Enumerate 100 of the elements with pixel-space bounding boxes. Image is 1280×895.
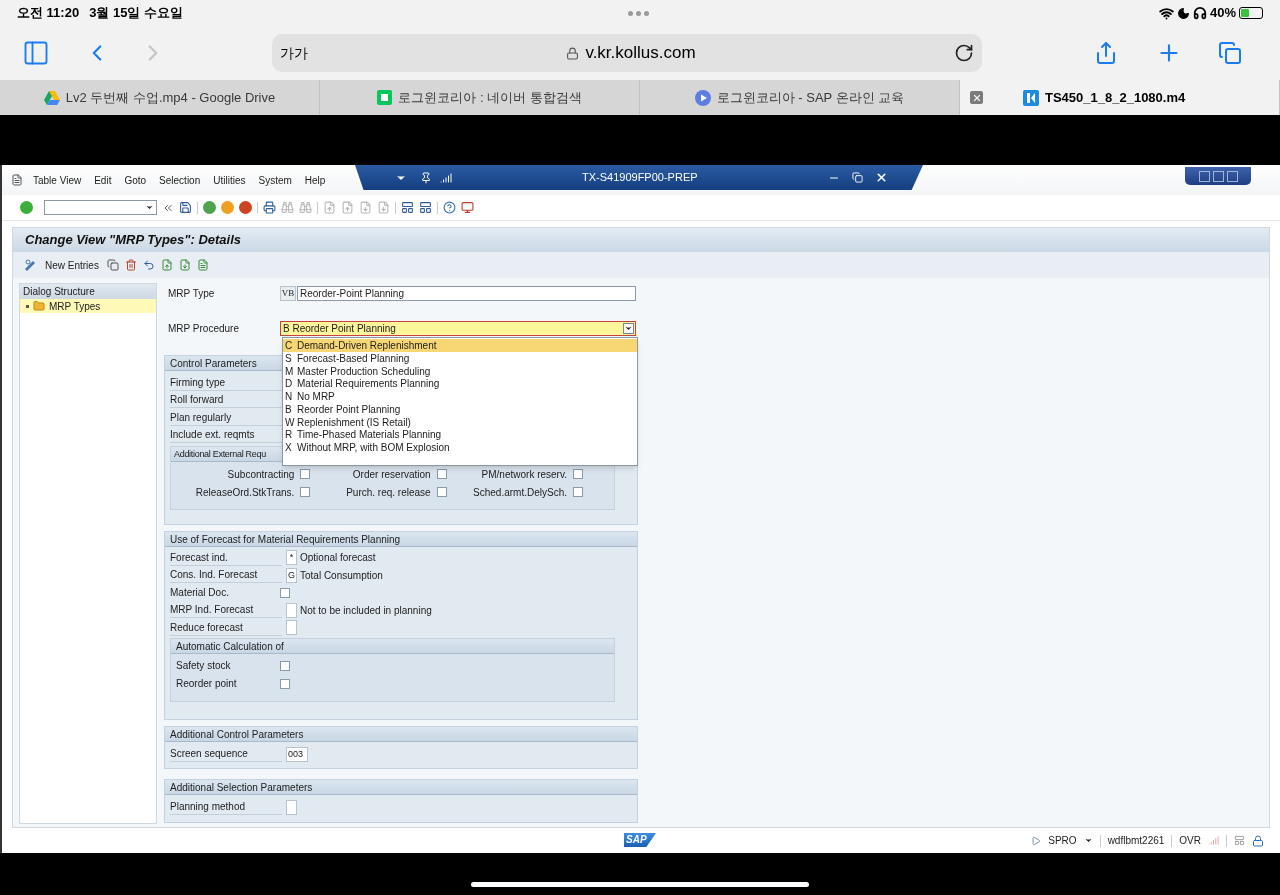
insert-mode[interactable]: OVR <box>1179 833 1201 848</box>
checkbox[interactable] <box>573 469 583 479</box>
tabs-overview-icon[interactable] <box>1218 41 1242 65</box>
checkbox-label: ReleaseOrd.StkTrans. <box>195 485 295 500</box>
menu-item[interactable]: Help <box>304 172 326 188</box>
checkbox-label: Order reservation <box>352 467 431 482</box>
server-name: wdflbmt2261 <box>1107 834 1165 848</box>
restore-icon[interactable] <box>851 172 863 183</box>
description-field[interactable]: Reorder-Point Planning <box>297 286 636 301</box>
drive-icon <box>43 90 60 105</box>
browser-tab[interactable]: TS450_1_8_2_1080.m4 <box>960 80 1280 115</box>
dropdown-option[interactable]: B Reorder Point Planning <box>283 403 637 416</box>
first-page-icon[interactable] <box>323 201 336 214</box>
moon-icon <box>1176 6 1190 20</box>
checkbox[interactable] <box>436 487 447 497</box>
menu-item[interactable]: Selection <box>159 172 201 188</box>
menu-item[interactable]: Utilities <box>213 172 246 188</box>
group-header: Additional Selection Parameters <box>165 780 637 795</box>
copy-icon[interactable] <box>106 259 119 271</box>
share-icon[interactable] <box>1094 41 1118 65</box>
caret-icon[interactable] <box>1083 836 1093 845</box>
close-icon[interactable] <box>874 171 888 184</box>
field-label: Safety stock <box>176 659 232 673</box>
field-label: Planning method <box>170 799 282 815</box>
code-field[interactable]: G <box>286 567 297 583</box>
lock-icon[interactable] <box>1252 834 1264 847</box>
code-field[interactable] <box>286 620 297 636</box>
menu-item[interactable]: Goto <box>124 172 147 188</box>
checkbox[interactable] <box>300 469 311 479</box>
dropdown-option[interactable]: C Demand-Driven Replenishment <box>283 339 637 352</box>
pin-icon[interactable] <box>420 171 432 184</box>
group-header: Use of Forecast for Material Requirements Planning <box>165 532 637 547</box>
panel-header: Dialog Structure <box>20 284 156 299</box>
field-description: Total Consumption <box>300 568 383 583</box>
find-next-icon[interactable] <box>299 201 312 214</box>
sap-logo: SAP <box>624 833 656 847</box>
checkbox[interactable] <box>300 487 311 497</box>
other-entry-icon[interactable] <box>196 259 209 271</box>
next-entry-icon[interactable] <box>178 259 191 271</box>
command-field[interactable] <box>44 200 157 215</box>
battery-percent: 40% <box>1209 4 1236 23</box>
menu-item[interactable]: Table View <box>33 172 82 188</box>
previous-entry-icon[interactable] <box>160 259 173 271</box>
field-label: Material Doc. <box>170 586 230 601</box>
multitask-dots-icon[interactable] <box>628 10 650 16</box>
field-label: MRP Type <box>168 287 216 301</box>
video-app-icon <box>1023 89 1039 106</box>
naver-icon <box>377 90 393 105</box>
checkbox[interactable] <box>436 469 447 479</box>
checkbox[interactable] <box>280 587 290 598</box>
dropdown-option[interactable]: R Time-Phased Materials Planning <box>283 428 637 442</box>
system-menu-icon[interactable] <box>11 174 23 186</box>
input-field[interactable]: 003 <box>286 746 308 762</box>
code-field[interactable]: VB <box>280 286 296 301</box>
close-tab-icon[interactable] <box>970 91 983 104</box>
group-header: Additional Control Parameters <box>165 727 637 742</box>
checkbox-label: Subcontracting <box>227 467 295 482</box>
undo-icon[interactable] <box>142 259 155 271</box>
dropdown-option[interactable]: D Material Requirements Planning <box>283 377 637 391</box>
dropdown-arrow-icon[interactable] <box>145 203 154 212</box>
field-label: Reduce forecast <box>170 619 282 636</box>
previous-page-icon[interactable] <box>341 201 354 214</box>
checkbox[interactable] <box>573 487 583 497</box>
wifi-icon <box>1158 5 1174 21</box>
play-icon <box>694 89 711 106</box>
dropdown-option[interactable]: W Replenishment (IS Retail) <box>283 415 637 429</box>
reload-icon[interactable] <box>954 43 974 63</box>
tree-item[interactable]: MRP Types <box>20 299 156 313</box>
new-entries-button[interactable]: New Entries <box>43 257 101 273</box>
menu-item[interactable]: System <box>258 172 292 188</box>
save-icon[interactable] <box>179 201 192 214</box>
tree-node-icon[interactable] <box>26 304 29 308</box>
address-bar[interactable]: 가가 v.kr.kollus.com <box>272 34 982 72</box>
signal-icon[interactable] <box>440 171 452 184</box>
input-field[interactable] <box>286 799 297 815</box>
sidebar-icon[interactable] <box>22 39 50 67</box>
checkbox[interactable] <box>280 660 290 671</box>
text-size-button[interactable]: 가가 <box>280 42 308 64</box>
field-label: MRP Ind. Forecast <box>170 602 282 619</box>
find-icon[interactable] <box>281 201 294 214</box>
print-icon[interactable] <box>263 201 276 214</box>
checkbox[interactable] <box>280 678 290 689</box>
procedure-dropdown[interactable]: B Reorder Point Planning <box>280 320 636 336</box>
status-time: 오전 11:20 <box>17 4 80 23</box>
window-controls[interactable] <box>1185 167 1251 185</box>
delete-icon[interactable] <box>124 259 137 271</box>
field-label: MRP Procedure <box>168 321 240 336</box>
dropdown-option[interactable]: N No MRP <box>283 390 637 403</box>
checkbox-label: Purch. req. release <box>346 485 431 500</box>
next-page-icon[interactable] <box>359 201 372 214</box>
transaction-code[interactable]: SPRO <box>1048 833 1077 848</box>
code-field[interactable]: * <box>286 550 297 566</box>
field-label: Forecast ind. <box>170 549 282 566</box>
code-field[interactable] <box>286 602 297 618</box>
last-page-icon[interactable] <box>377 201 390 214</box>
field-label: Cons. Ind. Forecast <box>170 567 282 584</box>
window-title: TX-S41909FP00-PREP <box>582 170 698 186</box>
menu-item[interactable]: Edit <box>94 172 112 188</box>
display-change-icon[interactable] <box>23 258 37 272</box>
help-icon[interactable] <box>443 201 456 214</box>
